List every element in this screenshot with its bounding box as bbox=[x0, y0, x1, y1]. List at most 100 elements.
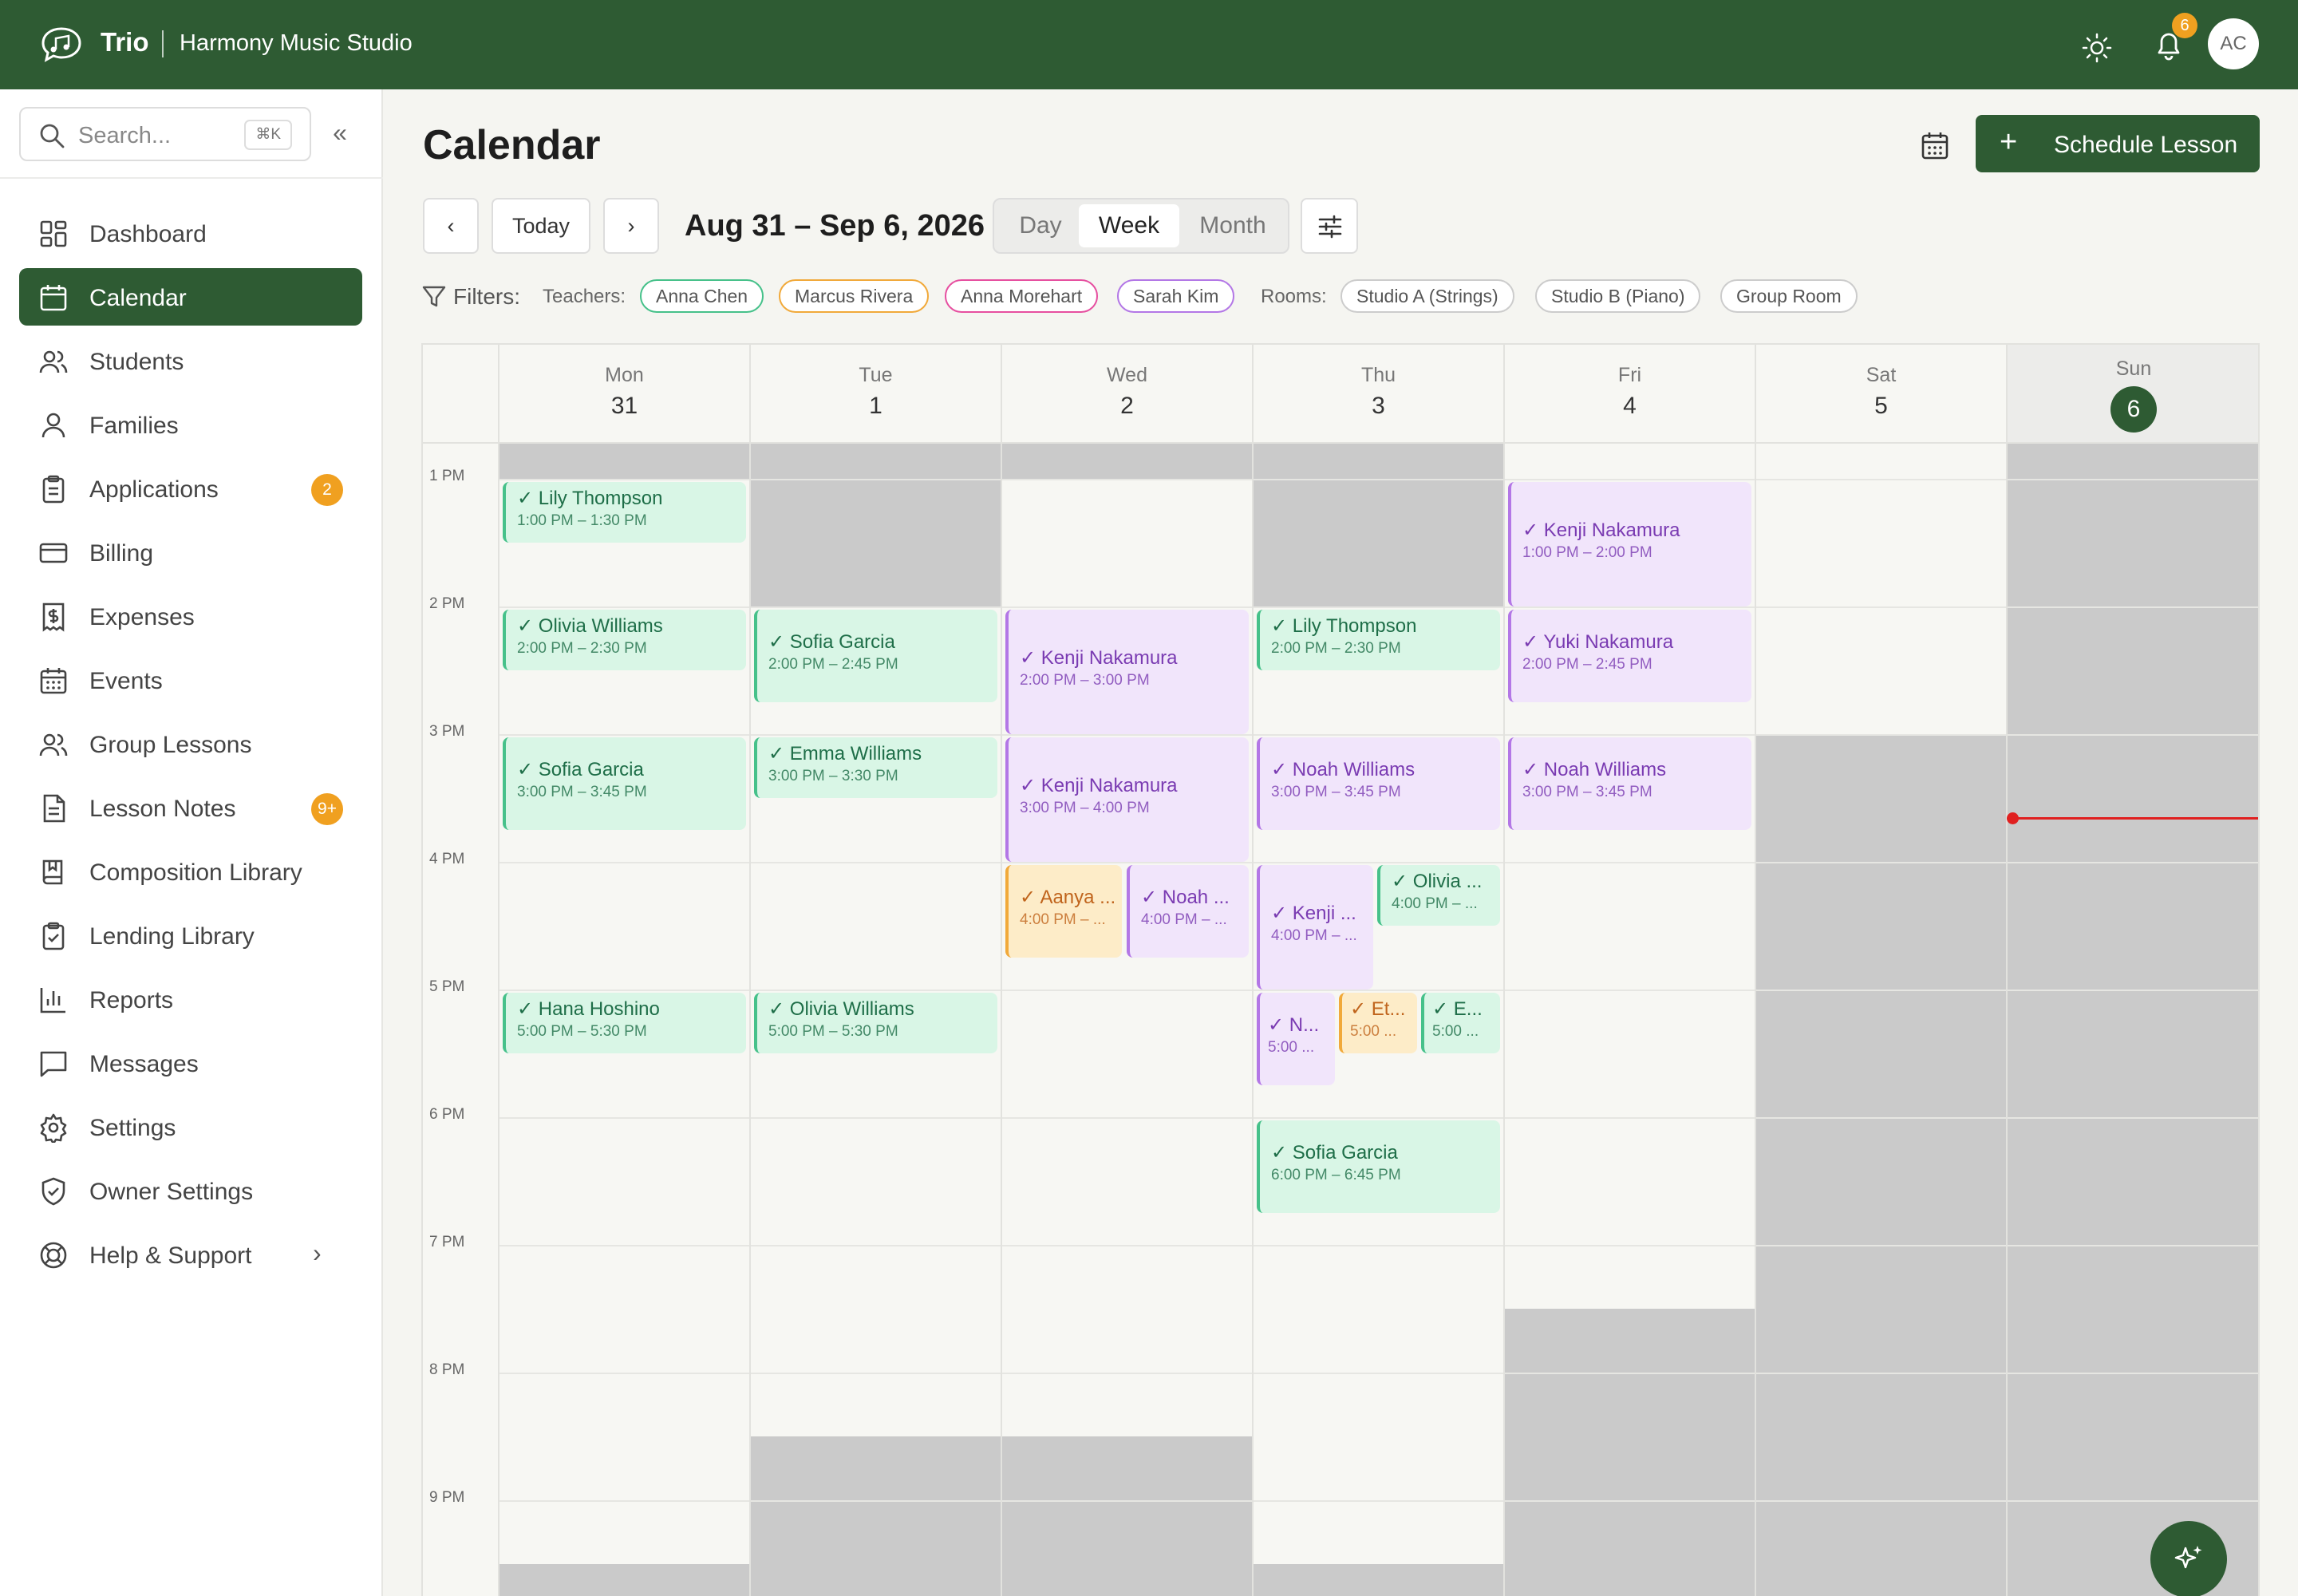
lesson-event[interactable]: ✓ E... 5:00 ... bbox=[1421, 993, 1500, 1053]
view-week-tab[interactable]: Week bbox=[1079, 204, 1179, 247]
sidebar-item-calendar[interactable]: Calendar bbox=[19, 268, 362, 326]
sidebar-item-label: Billing bbox=[89, 540, 154, 567]
teacher-chip-marcus-rivera[interactable]: Marcus Rivera bbox=[779, 279, 930, 313]
day-name: Mon bbox=[605, 364, 644, 386]
teacher-chip-anna-chen[interactable]: Anna Chen bbox=[640, 279, 764, 313]
sidebar-item-lesson-notes[interactable]: Lesson Notes 9+ bbox=[19, 779, 362, 836]
today-button[interactable]: Today bbox=[492, 198, 590, 254]
lesson-event[interactable]: ✓ Yuki Nakamura 2:00 PM – 2:45 PM bbox=[1508, 610, 1751, 702]
lesson-event[interactable]: ✓ Olivia ... 4:00 PM – ... bbox=[1377, 865, 1500, 926]
filter-icon bbox=[422, 286, 446, 307]
sidebar-item-dashboard[interactable]: Dashboard bbox=[19, 204, 362, 262]
view-day-tab[interactable]: Day bbox=[1001, 204, 1080, 247]
event-title: ✓ Noah Williams bbox=[1522, 759, 1667, 780]
sidebar-item-families[interactable]: Families bbox=[19, 396, 362, 453]
teacher-chip-anna-morehart[interactable]: Anna Morehart bbox=[945, 279, 1099, 313]
view-month-tab[interactable]: Month bbox=[1181, 204, 1285, 247]
event-title: ✓ Noah ... bbox=[1141, 887, 1230, 908]
event-time: 4:00 PM – ... bbox=[1020, 911, 1106, 928]
user-avatar[interactable]: AC bbox=[2208, 18, 2259, 69]
collapse-sidebar-icon[interactable]: « bbox=[324, 118, 356, 150]
sidebar-item-billing[interactable]: Billing bbox=[19, 523, 362, 581]
sidebar-item-students[interactable]: Students bbox=[19, 332, 362, 389]
sidebar-item-reports[interactable]: Reports bbox=[19, 970, 362, 1028]
lesson-event[interactable]: ✓ N... 5:00 ... bbox=[1257, 993, 1335, 1085]
lesson-event[interactable]: ✓ Olivia Williams 2:00 PM – 2:30 PM bbox=[503, 610, 746, 670]
sidebar-item-applications[interactable]: Applications 2 bbox=[19, 460, 362, 517]
sidebar-item-group-lessons[interactable]: Group Lessons bbox=[19, 715, 362, 772]
sidebar-item-lending-library[interactable]: Lending Library bbox=[19, 907, 362, 964]
day-date: 1 bbox=[869, 393, 882, 419]
lesson-event[interactable]: ✓ Et... 5:00 ... bbox=[1339, 993, 1417, 1053]
message-icon bbox=[40, 1051, 67, 1077]
hour-line bbox=[498, 1500, 2258, 1502]
event-time: 3:00 PM – 3:30 PM bbox=[768, 768, 898, 784]
lesson-event[interactable]: ✓ Kenji Nakamura 3:00 PM – 4:00 PM bbox=[1005, 737, 1249, 862]
sidebar-item-events[interactable]: Events bbox=[19, 651, 362, 709]
day-header-sat[interactable]: Sat 5 bbox=[1756, 345, 2006, 442]
event-time: 2:00 PM – 2:45 PM bbox=[768, 656, 898, 673]
day-header-mon[interactable]: Mon 31 bbox=[499, 345, 749, 442]
schedule-lesson-button[interactable]: + Schedule Lesson bbox=[1976, 115, 2260, 172]
hour-line bbox=[498, 990, 2258, 991]
event-title: ✓ Yuki Nakamura bbox=[1522, 631, 1674, 653]
day-header-thu[interactable]: Thu 3 bbox=[1254, 345, 1503, 442]
chevron-left-icon: ‹ bbox=[447, 214, 455, 238]
event-time: 5:00 PM – 5:30 PM bbox=[768, 1023, 898, 1040]
event-time: 2:00 PM – 2:30 PM bbox=[517, 640, 647, 657]
lesson-event[interactable]: ✓ Emma Williams 3:00 PM – 3:30 PM bbox=[754, 737, 997, 798]
sidebar-item-settings[interactable]: Settings bbox=[19, 1098, 362, 1156]
lesson-event[interactable]: ✓ Sofia Garcia 2:00 PM – 2:45 PM bbox=[754, 610, 997, 702]
search-box[interactable]: Search... ⌘K bbox=[19, 107, 311, 161]
brand-name[interactable]: Trio bbox=[101, 27, 149, 57]
day-header-sun[interactable]: Sun 6 bbox=[2008, 345, 2258, 442]
ai-assistant-button[interactable] bbox=[2150, 1521, 2227, 1596]
day-header-fri[interactable]: Fri 4 bbox=[1505, 345, 1755, 442]
lesson-event[interactable]: ✓ Noah Williams 3:00 PM – 3:45 PM bbox=[1508, 737, 1751, 830]
hour-label: 3 PM bbox=[429, 723, 465, 740]
calendar-settings-button[interactable] bbox=[1301, 198, 1358, 254]
sidebar-item-composition-library[interactable]: Composition Library bbox=[19, 843, 362, 900]
applications-count-badge: 2 bbox=[311, 474, 343, 506]
lesson-event[interactable]: ✓ Kenji Nakamura 2:00 PM – 3:00 PM bbox=[1005, 610, 1249, 734]
day-date: 2 bbox=[1120, 393, 1134, 419]
clipboard-check-icon bbox=[42, 922, 65, 950]
room-chip-group-room[interactable]: Group Room bbox=[1720, 279, 1858, 313]
day-header-tue[interactable]: Tue 1 bbox=[751, 345, 1001, 442]
students-icon bbox=[39, 350, 68, 373]
column-divider bbox=[1001, 345, 1002, 1596]
teacher-chip-sarah-kim[interactable]: Sarah Kim bbox=[1117, 279, 1235, 313]
theme-toggle-sun-icon[interactable] bbox=[2081, 32, 2113, 64]
event-time: 3:00 PM – 4:00 PM bbox=[1020, 800, 1150, 816]
event-time: 4:00 PM – ... bbox=[1271, 927, 1357, 944]
event-time: 5:00 ... bbox=[1268, 1039, 1315, 1056]
sidebar-item-help-support[interactable]: Help & Support › bbox=[19, 1226, 362, 1283]
day-header-wed[interactable]: Wed 2 bbox=[1002, 345, 1252, 442]
next-week-button[interactable]: › bbox=[603, 198, 659, 254]
event-time: 3:00 PM – 3:45 PM bbox=[1522, 784, 1652, 800]
lesson-event[interactable]: ✓ Sofia Garcia 6:00 PM – 6:45 PM bbox=[1257, 1120, 1500, 1213]
mini-calendar-icon[interactable] bbox=[1917, 128, 1953, 164]
lesson-event[interactable]: ✓ Kenji ... 4:00 PM – ... bbox=[1257, 865, 1373, 990]
studio-name: Harmony Music Studio bbox=[180, 30, 413, 56]
lesson-event[interactable]: ✓ Noah Williams 3:00 PM – 3:45 PM bbox=[1257, 737, 1500, 830]
notification-count-badge: 6 bbox=[2172, 13, 2197, 38]
previous-week-button[interactable]: ‹ bbox=[423, 198, 479, 254]
lesson-event[interactable]: ✓ Sofia Garcia 3:00 PM – 3:45 PM bbox=[503, 737, 746, 830]
lesson-event[interactable]: ✓ Olivia Williams 5:00 PM – 5:30 PM bbox=[754, 993, 997, 1053]
sidebar-item-messages[interactable]: Messages bbox=[19, 1034, 362, 1092]
hour-line bbox=[498, 1117, 2258, 1119]
unavailable-block bbox=[1756, 734, 2006, 1596]
sidebar-item-owner-settings[interactable]: Owner Settings bbox=[19, 1162, 362, 1219]
sidebar-item-expenses[interactable]: Expenses bbox=[19, 587, 362, 645]
unavailable-block bbox=[2008, 442, 2258, 1596]
lesson-event[interactable]: ✓ Aanya ... 4:00 PM – ... bbox=[1005, 865, 1122, 958]
lesson-event[interactable]: ✓ Hana Hoshino 5:00 PM – 5:30 PM bbox=[503, 993, 746, 1053]
group-icon bbox=[39, 733, 68, 757]
room-chip-studio-b[interactable]: Studio B (Piano) bbox=[1535, 279, 1701, 313]
lesson-event[interactable]: ✓ Kenji Nakamura 1:00 PM – 2:00 PM bbox=[1508, 482, 1751, 606]
room-chip-studio-a[interactable]: Studio A (Strings) bbox=[1340, 279, 1514, 313]
lesson-event[interactable]: ✓ Lily Thompson 2:00 PM – 2:30 PM bbox=[1257, 610, 1500, 670]
lesson-event[interactable]: ✓ Lily Thompson 1:00 PM – 1:30 PM bbox=[503, 482, 746, 543]
lesson-event[interactable]: ✓ Noah ... 4:00 PM – ... bbox=[1127, 865, 1249, 958]
